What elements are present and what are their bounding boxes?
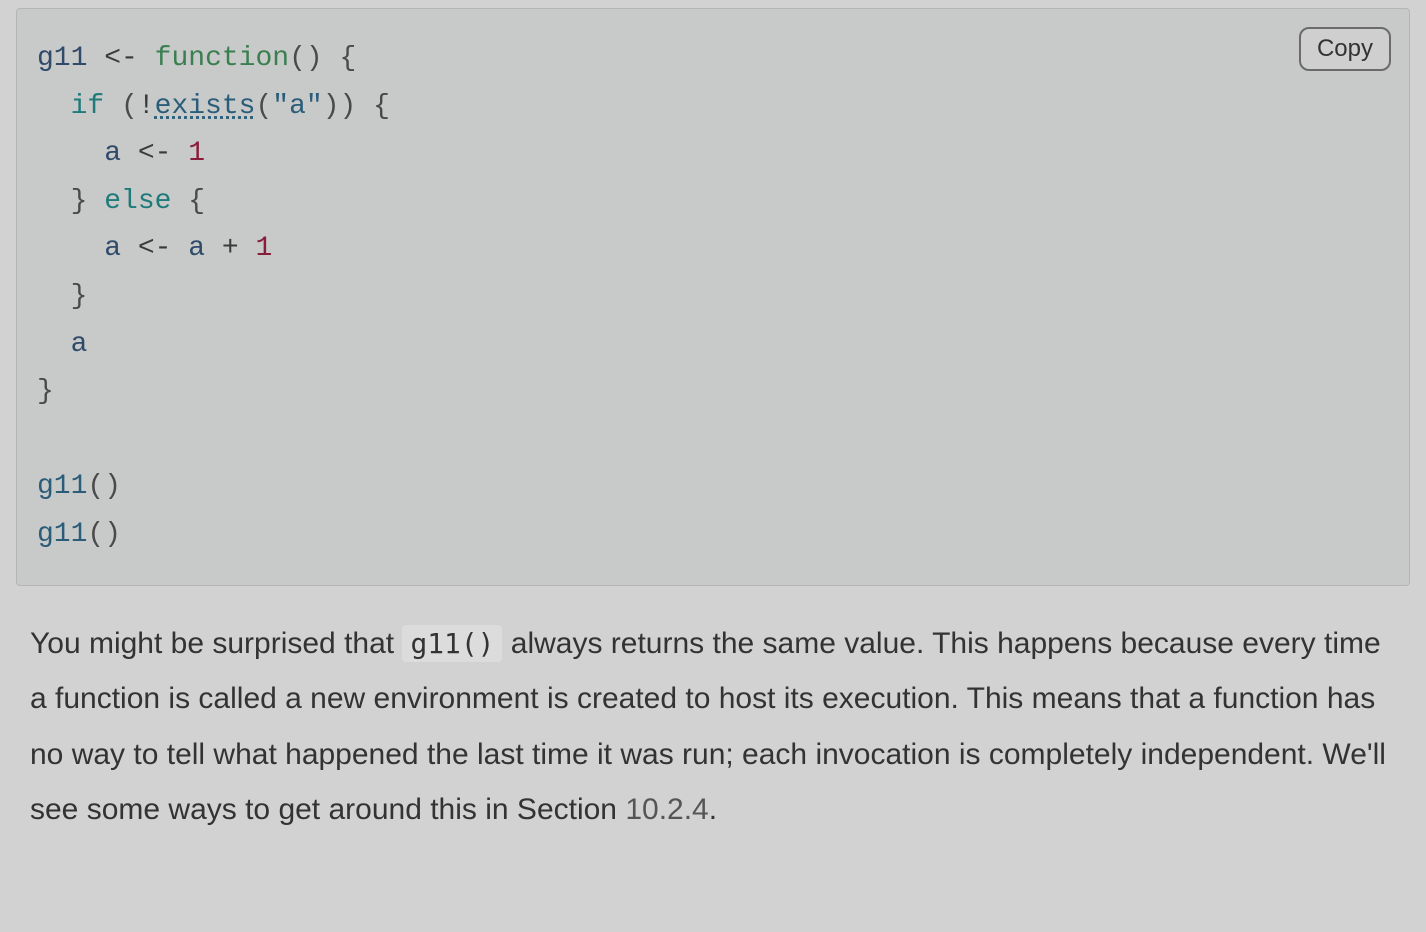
token-assign: <- [138,233,172,264]
paragraph-text: . [709,793,717,826]
token-number: 1 [256,233,273,264]
token-else-keyword: else [104,186,171,217]
token-function-call: g11 [37,471,87,502]
token-identifier: a [104,233,121,264]
explanation-paragraph: You might be surprised that g11() always… [16,616,1410,838]
code-listing: g11 <- function() { if (!exists("a")) { … [37,35,1389,559]
copy-button[interactable]: Copy [1299,27,1391,71]
token-not-operator: ! [138,91,155,122]
token-identifier: a [188,233,205,264]
token-string: "a" [272,91,322,122]
token-if-keyword: if [71,91,105,122]
section-link[interactable]: 10.2.4 [625,793,708,826]
paragraph-text: You might be surprised that [30,627,402,660]
token-assign: <- [138,138,172,169]
token-assign: <- [104,43,138,74]
token-identifier: a [71,329,88,360]
token-function-keyword: function [155,43,289,74]
token-exists-function[interactable]: exists [155,91,256,122]
inline-code: g11() [402,625,502,662]
token-function-call: g11 [37,519,87,550]
token-identifier: g11 [37,43,87,74]
token-number: 1 [188,138,205,169]
token-identifier: a [104,138,121,169]
code-block: Copy g11 <- function() { if (!exists("a"… [16,8,1410,586]
token-plus-operator: + [222,233,239,264]
